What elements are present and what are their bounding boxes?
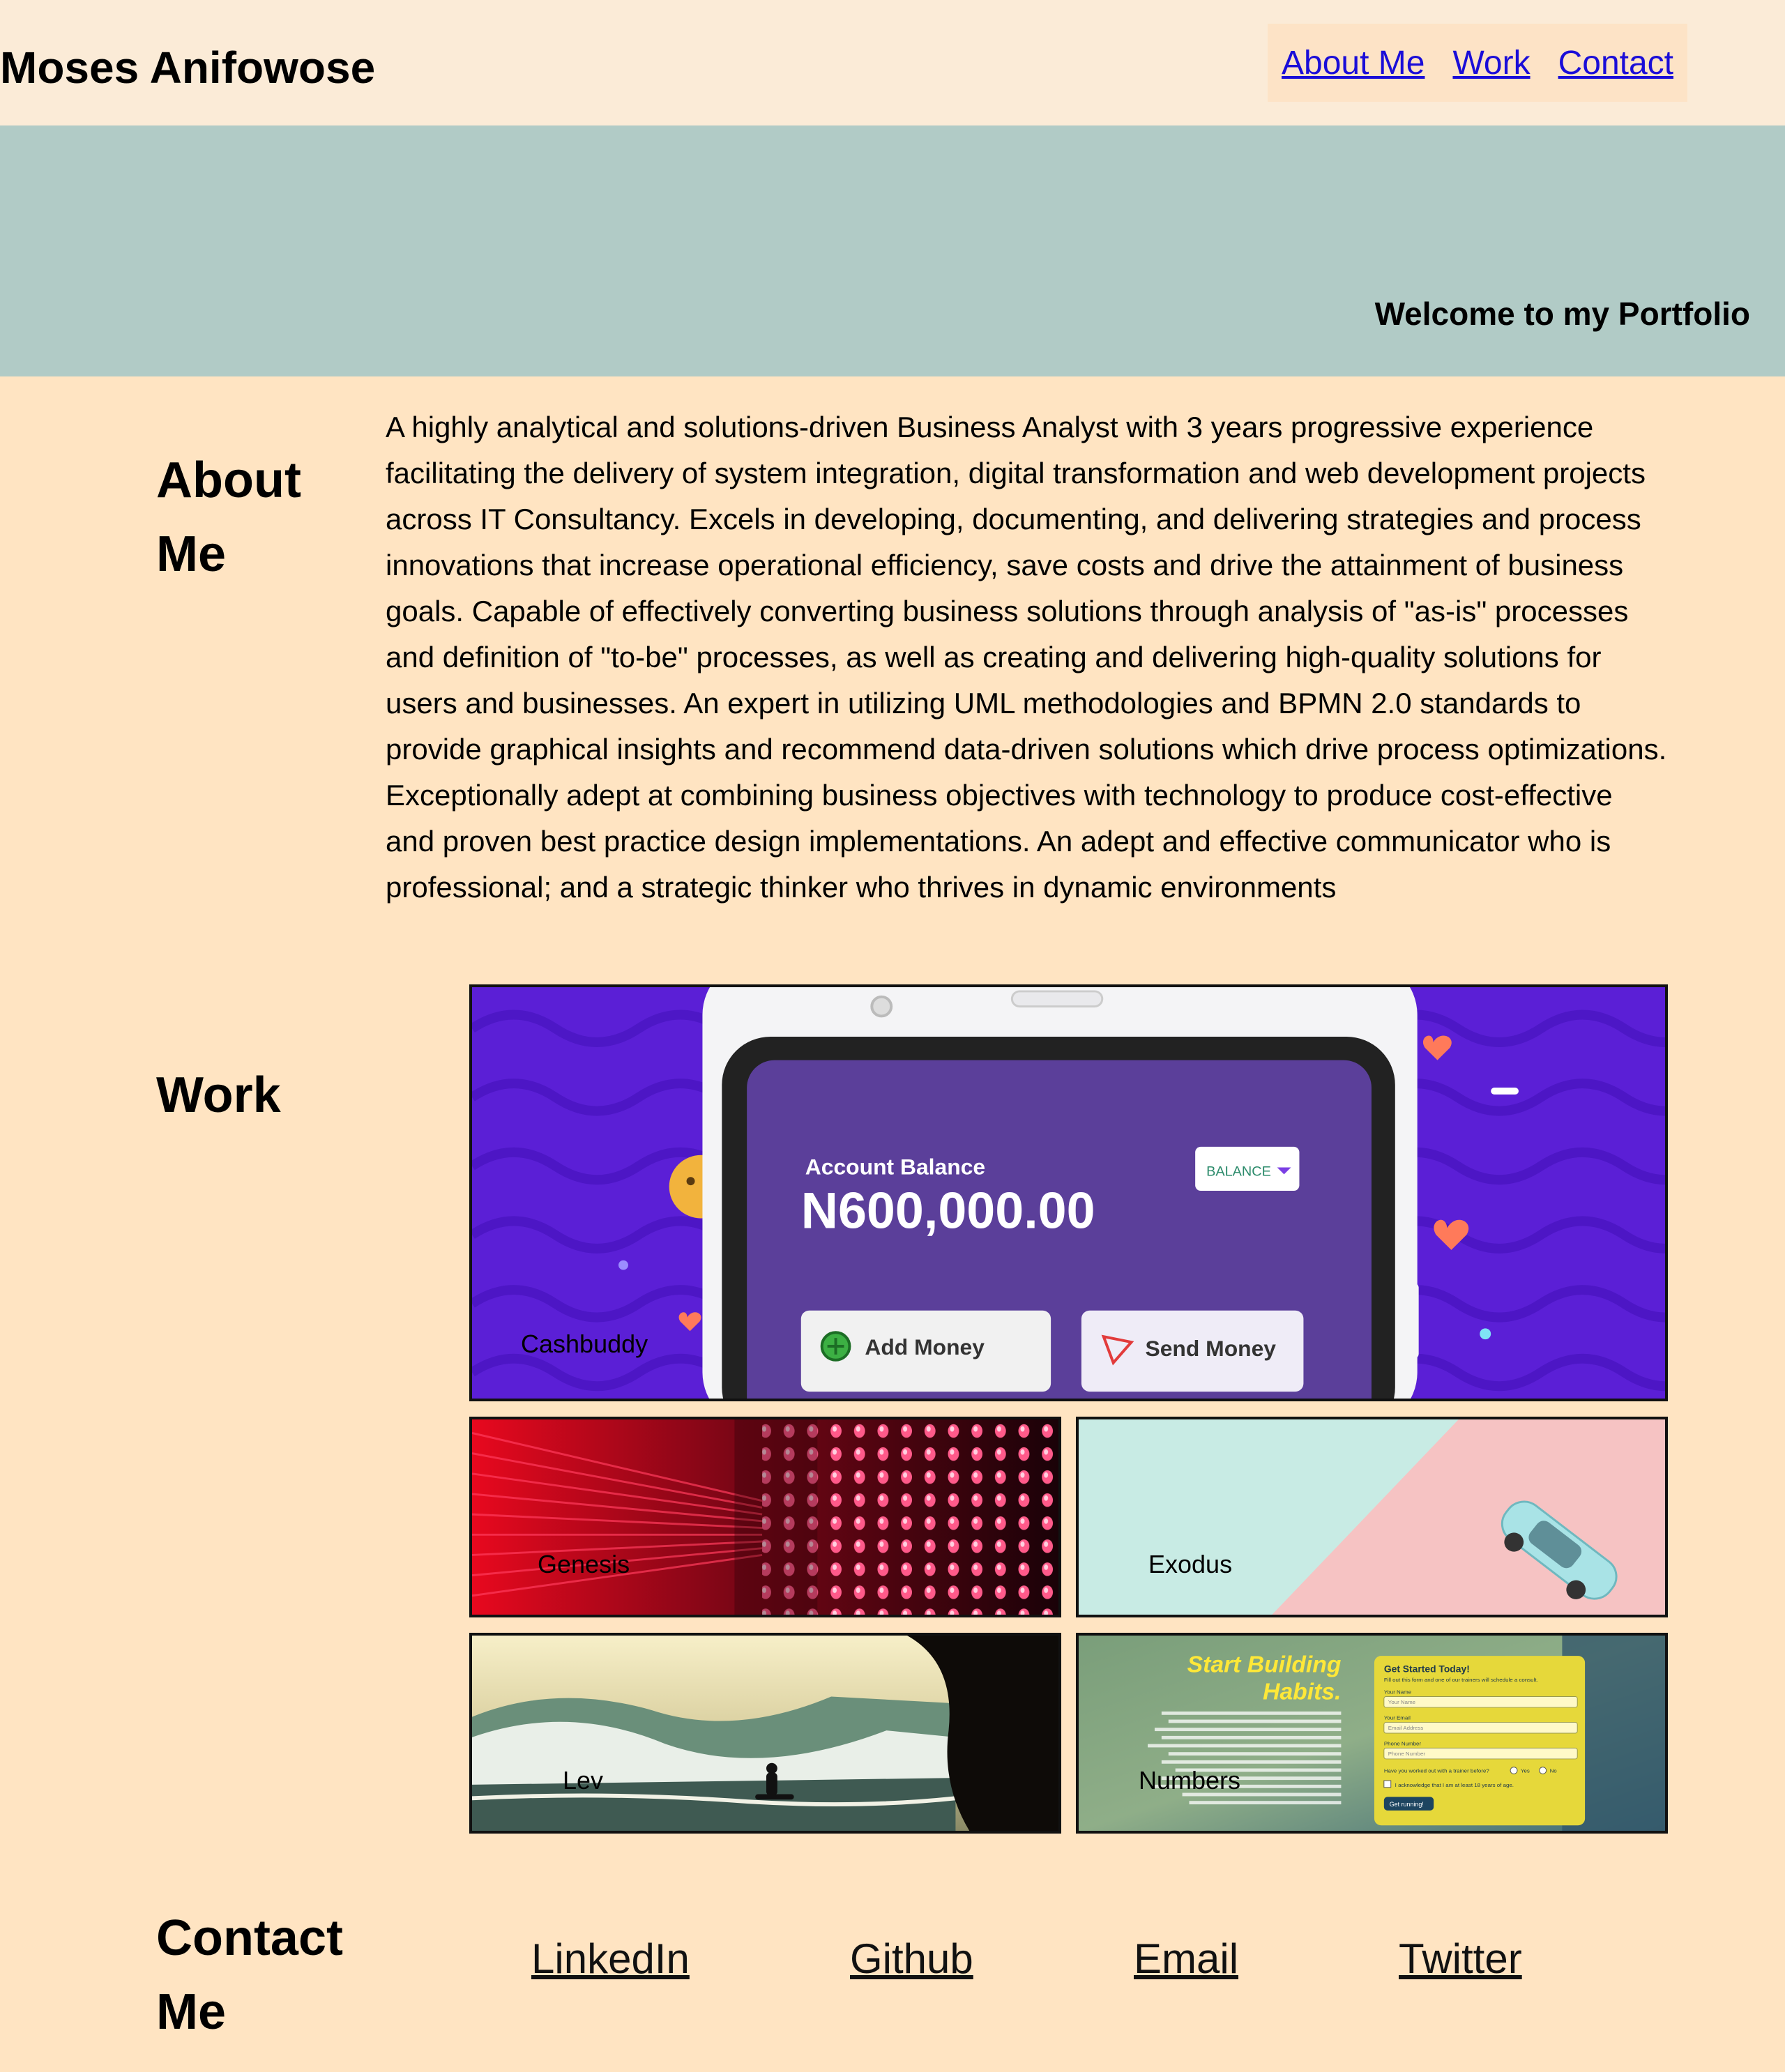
about-body-text: A highly analytical and solutions-driven… [386, 411, 1667, 904]
nav-link-work[interactable]: Work [1452, 44, 1530, 82]
site-header: Moses Anifowose About Me Work Contact [0, 0, 1785, 125]
numbers-email-label: Your Email [1384, 1715, 1411, 1721]
about-title-line1: About [156, 452, 301, 508]
contact-title-line2: Me [156, 1984, 227, 2040]
contact-link-twitter[interactable]: Twitter [1399, 1931, 1522, 1987]
numbers-website-screenshot: Start Building Habits. Get Started Today… [1079, 1636, 1665, 1831]
numbers-email-placeholder: Email Address [1388, 1725, 1424, 1731]
numbers-name-label: Your Name [1384, 1689, 1412, 1696]
cashbuddy-add-money: Add Money [865, 1334, 985, 1359]
project-tile-numbers[interactable]: Start Building Habits. Get Started Today… [1076, 1633, 1668, 1834]
numbers-headline-2: Habits. [1263, 1679, 1341, 1705]
project-tile-lev[interactable]: Lev [469, 1633, 1061, 1834]
hero-welcome-text: Welcome to my Portfolio [1374, 296, 1750, 332]
numbers-age-ack: I acknowledge that I am at least 18 year… [1395, 1782, 1514, 1788]
contact-link-email[interactable]: Email [1134, 1931, 1238, 1987]
project-label-numbers: Numbers [1139, 1766, 1241, 1795]
project-label-lev: Lev [563, 1766, 604, 1795]
numbers-form-intro: Fill out this form and one of our traine… [1384, 1677, 1538, 1683]
numbers-submit: Get running! [1390, 1801, 1424, 1808]
numbers-name-placeholder: Your Name [1388, 1699, 1416, 1705]
contact-section-title: Contact Me [156, 1901, 343, 2049]
contact-link-github[interactable]: Github [850, 1931, 973, 1987]
exodus-car-photo [1079, 1419, 1665, 1615]
hero-banner: Welcome to my Portfolio [0, 125, 1785, 376]
project-tile-genesis[interactable]: Genesis [469, 1417, 1061, 1617]
numbers-trainer-question: Have you worked out with a trainer befor… [1384, 1767, 1490, 1774]
main-nav: About Me Work Contact [1268, 24, 1687, 102]
project-tile-exodus[interactable]: Exodus [1076, 1417, 1668, 1617]
site-title: Moses Anifowose [0, 43, 376, 93]
about-section-title: About Me [156, 443, 301, 591]
numbers-headline-1: Start Building [1187, 1652, 1342, 1678]
numbers-form-title: Get Started Today! [1384, 1664, 1470, 1675]
numbers-no-option: No [1550, 1767, 1558, 1774]
project-label-cashbuddy: Cashbuddy [521, 1330, 648, 1358]
lev-surf-photo [472, 1636, 1058, 1831]
project-label-genesis: Genesis [538, 1550, 630, 1578]
cashbuddy-send-money: Send Money [1145, 1336, 1276, 1361]
cashbuddy-amount: N600,000.00 [801, 1182, 1095, 1240]
about-title-line2: Me [156, 526, 227, 582]
numbers-phone-label: Phone Number [1384, 1741, 1422, 1747]
cashbuddy-balance-button: BALANCE [1206, 1164, 1271, 1179]
project-tile-cashbuddy[interactable]: Account Balance N600,000.00 BALANCE Add … [469, 984, 1668, 1401]
genesis-led-photo [472, 1419, 1058, 1615]
cashbuddy-screenshot: Account Balance N600,000.00 BALANCE Add … [472, 987, 1665, 1399]
cashbuddy-account-balance-label: Account Balance [805, 1154, 985, 1179]
work-section-title: Work [156, 1067, 281, 1123]
numbers-phone-placeholder: Phone Number [1388, 1751, 1426, 1757]
contact-title-line1: Contact [156, 1910, 343, 1966]
nav-link-about[interactable]: About Me [1282, 44, 1425, 82]
project-label-exodus: Exodus [1148, 1550, 1233, 1578]
contact-link-linkedin[interactable]: LinkedIn [531, 1931, 690, 1987]
numbers-yes-option: Yes [1521, 1767, 1530, 1774]
nav-link-contact[interactable]: Contact [1558, 44, 1673, 82]
